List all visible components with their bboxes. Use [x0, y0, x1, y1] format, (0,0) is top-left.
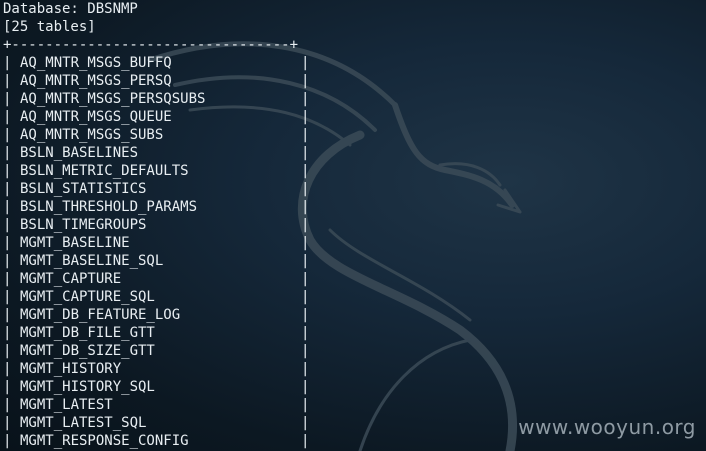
right-border: |	[301, 325, 310, 341]
right-border: |	[301, 73, 310, 89]
left-border: |	[3, 325, 12, 341]
right-border: |	[301, 217, 310, 233]
right-border: |	[301, 235, 310, 251]
table-name: AQ_MNTR_MSGS_PERSQ	[20, 73, 172, 89]
table-name: MGMT_RESPONSE_CONFIG	[20, 433, 189, 449]
watermark: www.wooyun.org	[518, 415, 696, 439]
table-name: BSLN_BASELINES	[20, 145, 139, 161]
left-border: |	[3, 55, 12, 71]
table-row: | MGMT_CAPTURE |	[3, 270, 323, 288]
table-row: | AQ_MNTR_MSGS_QUEUE |	[3, 108, 323, 126]
table-row: | BSLN_THRESHOLD_PARAMS |	[3, 198, 323, 216]
table-row: | MGMT_CAPTURE_SQL |	[3, 288, 323, 306]
table-row: | MGMT_LATEST |	[3, 396, 323, 414]
table-name: BSLN_THRESHOLD_PARAMS	[20, 199, 198, 215]
right-border: |	[301, 91, 310, 107]
right-border: |	[301, 199, 310, 215]
left-border: |	[3, 379, 12, 395]
left-border: |	[3, 199, 12, 215]
table-row: | BSLN_METRIC_DEFAULTS |	[3, 162, 323, 180]
left-border: |	[3, 307, 12, 323]
table-list: | AQ_MNTR_MSGS_BUFFQ | | AQ_MNTR_MSGS_PERSQ |…	[3, 54, 323, 450]
table-row: | MGMT_DB_SIZE_GTT |	[3, 342, 323, 360]
right-border: |	[301, 253, 310, 269]
table-count: [25 tables]	[3, 19, 96, 35]
right-border: |	[301, 415, 310, 431]
left-border: |	[3, 415, 12, 431]
left-border: |	[3, 343, 12, 359]
right-border: |	[301, 109, 310, 125]
right-border: |	[301, 379, 310, 395]
right-border: |	[301, 271, 310, 287]
table-name: AQ_MNTR_MSGS_SUBS	[20, 127, 164, 143]
left-border: |	[3, 127, 12, 143]
table-name: AQ_MNTR_MSGS_QUEUE	[20, 109, 172, 125]
left-border: |	[3, 181, 12, 197]
right-border: |	[301, 55, 310, 71]
table-row: | MGMT_HISTORY |	[3, 360, 323, 378]
right-border: |	[301, 289, 310, 305]
table-border-top: +---------------------------------+	[3, 37, 299, 53]
left-border: |	[3, 235, 12, 251]
table-name: MGMT_BASELINE_SQL	[20, 253, 164, 269]
left-border: |	[3, 289, 12, 305]
table-row: | BSLN_BASELINES |	[3, 144, 323, 162]
table-name: BSLN_STATISTICS	[20, 181, 147, 197]
left-border: |	[3, 253, 12, 269]
table-row: | AQ_MNTR_MSGS_SUBS |	[3, 126, 323, 144]
left-border: |	[3, 73, 12, 89]
terminal-window[interactable]: Database: DBSNMP [25 tables] +----------…	[0, 0, 706, 451]
table-row: | MGMT_RESPONSE_CONFIG |	[3, 432, 323, 450]
right-border: |	[301, 181, 310, 197]
right-border: |	[301, 163, 310, 179]
table-row: | AQ_MNTR_MSGS_PERSQSUBS |	[3, 90, 323, 108]
terminal-output: Database: DBSNMP [25 tables] +----------…	[3, 0, 703, 451]
table-name: MGMT_LATEST_SQL	[20, 415, 147, 431]
table-name: MGMT_HISTORY_SQL	[20, 379, 155, 395]
left-border: |	[3, 433, 12, 449]
table-name: AQ_MNTR_MSGS_PERSQSUBS	[20, 91, 206, 107]
left-border: |	[3, 271, 12, 287]
left-border: |	[3, 163, 12, 179]
right-border: |	[301, 397, 310, 413]
table-row: | MGMT_DB_FEATURE_LOG |	[3, 306, 323, 324]
left-border: |	[3, 91, 12, 107]
table-name: MGMT_CAPTURE_SQL	[20, 289, 155, 305]
table-row: | AQ_MNTR_MSGS_PERSQ |	[3, 72, 323, 90]
table-row: | MGMT_LATEST_SQL |	[3, 414, 323, 432]
table-name: BSLN_METRIC_DEFAULTS	[20, 163, 189, 179]
table-name: MGMT_BASELINE	[20, 235, 130, 251]
table-name: AQ_MNTR_MSGS_BUFFQ	[20, 55, 172, 71]
table-row: | BSLN_STATISTICS |	[3, 180, 323, 198]
table-name: MGMT_HISTORY	[20, 361, 122, 377]
right-border: |	[301, 307, 310, 323]
left-border: |	[3, 145, 12, 161]
left-border: |	[3, 361, 12, 377]
left-border: |	[3, 109, 12, 125]
right-border: |	[301, 361, 310, 377]
table-name: MGMT_DB_FEATURE_LOG	[20, 307, 181, 323]
table-name: MGMT_CAPTURE	[20, 271, 122, 287]
table-row: | BSLN_TIMEGROUPS |	[3, 216, 323, 234]
database-label: Database: DBSNMP	[3, 1, 138, 17]
right-border: |	[301, 127, 310, 143]
left-border: |	[3, 217, 12, 233]
table-row: | MGMT_HISTORY_SQL |	[3, 378, 323, 396]
table-name: MGMT_LATEST	[20, 397, 113, 413]
right-border: |	[301, 343, 310, 359]
table-row: | MGMT_BASELINE_SQL |	[3, 252, 323, 270]
left-border: |	[3, 397, 12, 413]
table-name: MGMT_DB_FILE_GTT	[20, 325, 155, 341]
table-row: | AQ_MNTR_MSGS_BUFFQ |	[3, 54, 323, 72]
table-row: | MGMT_BASELINE |	[3, 234, 323, 252]
table-name: MGMT_DB_SIZE_GTT	[20, 343, 155, 359]
table-row: | MGMT_DB_FILE_GTT |	[3, 324, 323, 342]
right-border: |	[301, 433, 310, 449]
right-border: |	[301, 145, 310, 161]
table-name: BSLN_TIMEGROUPS	[20, 217, 147, 233]
